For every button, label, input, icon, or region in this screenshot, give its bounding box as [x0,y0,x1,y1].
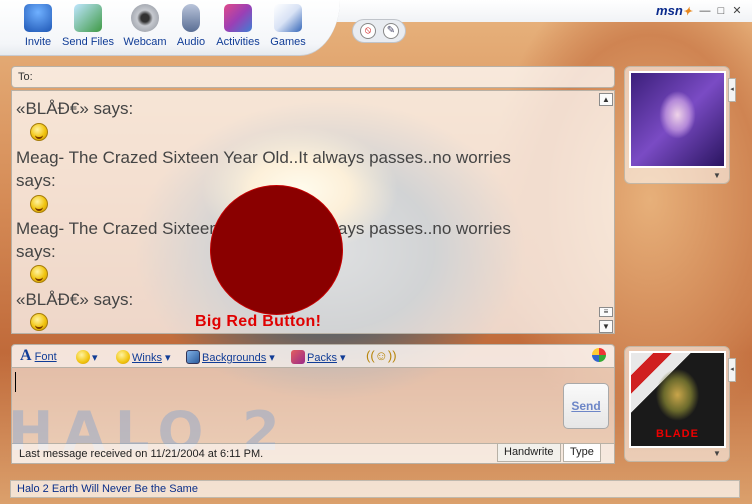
font-button[interactable]: A Font [20,347,57,365]
block-and-background-controls: ⦸ ✎ [352,19,406,43]
block-icon[interactable]: ⦸ [360,23,376,39]
invite-icon [24,4,52,32]
scroll-up-button[interactable]: ▲ [599,93,613,106]
tongue-wink-emoticon-icon [30,313,48,331]
message-sender: «BLÅÐ€» says: [16,99,134,118]
nudge-icon: ((☺)) [366,348,397,363]
my-display-picture-frame: BLADE ▼ [624,346,730,462]
history-scrollbar[interactable]: ▲ ≡ ▼ [599,93,613,333]
audio-button[interactable]: Audio [165,4,217,50]
close-button[interactable]: ✕ [730,4,744,18]
activities-button[interactable]: Activities [212,4,264,50]
to-label: To: [18,71,33,83]
options-button[interactable] [592,348,608,362]
personal-message-text: Halo 2 Earth Will Never Be the Same [17,483,198,495]
winks-icon [116,350,130,364]
main-toolbar: Invite Send Files Webcam Audio Activitie… [0,0,340,56]
status-line: Last message received on 11/21/2004 at 6… [11,444,615,464]
tongue-out-emoticon-icon [30,265,48,283]
to-bar: To: [11,66,615,88]
nudge-button[interactable]: ((☺)) [366,348,397,363]
message-sender-cont: says: [16,171,56,190]
minimize-button[interactable]: — [698,4,712,18]
big-red-button-label: Big Red Button! [195,313,322,330]
last-message-status: Last message received on 11/21/2004 at 6… [19,448,264,460]
message-sender: Meag- The Crazed Sixteen Year Old..It al… [16,148,511,167]
big-red-button[interactable] [210,185,343,315]
options-icon [592,348,606,362]
collapse-contact-picture-button[interactable]: ◂ [728,78,736,102]
type-tab[interactable]: Type [563,444,601,462]
message-sender-cont: says: [16,242,56,261]
scroll-down-button[interactable]: ▼ [599,320,613,333]
microphone-icon [182,4,200,32]
send-files-button[interactable]: Send Files [62,4,114,50]
contact-display-picture-frame: ▼ [624,66,730,184]
message-sender: «BLÅÐ€» says: [16,290,134,309]
handwrite-tab[interactable]: Handwrite [497,444,561,462]
personal-message-bar: Halo 2 Earth Will Never Be the Same [10,480,740,498]
packs-button[interactable]: Packs ▾ [291,350,346,364]
font-icon: A [20,347,32,364]
wink-emoticon-icon [30,123,48,141]
maximize-button[interactable]: □ [714,4,728,18]
webcam-button[interactable]: Webcam [119,4,171,50]
surprised-emoticon-icon [30,195,48,213]
chevron-down-icon[interactable]: ▼ [713,449,721,458]
packs-icon [291,350,305,364]
format-toolbar: A Font ▾ Winks ▾ Backgrounds ▾ Packs ▾ (… [11,344,615,368]
contact-display-picture[interactable] [629,71,726,168]
send-files-icon [74,4,102,32]
text-caret [15,372,16,392]
activities-icon [224,4,252,32]
backgrounds-icon [186,350,200,364]
change-background-icon[interactable]: ✎ [383,23,399,39]
my-display-picture-caption: BLADE [656,428,699,440]
games-icon [274,4,302,32]
winks-button[interactable]: Winks ▾ [116,350,171,364]
games-button[interactable]: Games [262,4,314,50]
emoticon-menu-button[interactable]: ▾ [76,350,98,364]
chevron-down-icon[interactable]: ▼ [713,171,721,180]
my-display-picture[interactable]: BLADE [629,351,726,448]
collapse-my-picture-button[interactable]: ◂ [728,358,736,382]
smiley-icon [76,350,90,364]
msn-logo: msn✦ [656,3,692,18]
send-button[interactable]: Send [563,383,609,429]
invite-button[interactable]: Invite [12,4,64,50]
scroll-thumb[interactable]: ≡ [599,307,613,317]
backgrounds-button[interactable]: Backgrounds ▾ [186,350,275,364]
webcam-icon [131,4,159,32]
